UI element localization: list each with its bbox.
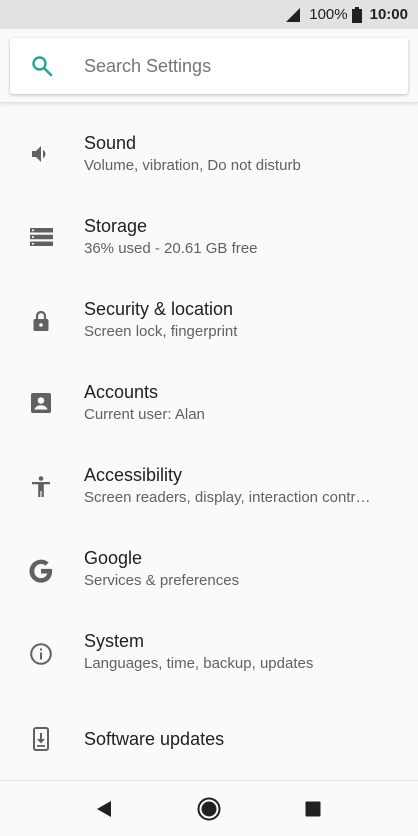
home-icon bbox=[197, 797, 221, 821]
settings-item-title: Google bbox=[84, 548, 143, 568]
clock: 10:00 bbox=[369, 6, 408, 23]
battery-percent: 100% bbox=[309, 6, 348, 23]
settings-item-title: Storage bbox=[84, 216, 148, 236]
settings-item-security-location[interactable]: Security & location Screen lock, fingerp… bbox=[0, 268, 418, 351]
settings-item-title: Sound bbox=[84, 133, 137, 153]
battery-icon bbox=[351, 6, 362, 23]
search-bar-container: Search Settings bbox=[0, 29, 418, 103]
settings-screen: 100% 10:00 Search Settings Sound Volume,… bbox=[0, 0, 418, 836]
settings-item-summary: Languages, time, backup, updates bbox=[84, 655, 314, 672]
info-icon bbox=[30, 643, 52, 665]
navigation-bar bbox=[0, 780, 418, 836]
search-input[interactable]: Search Settings bbox=[10, 38, 408, 94]
settings-item-system[interactable]: System Languages, time, backup, updates bbox=[0, 600, 418, 683]
lock-icon bbox=[33, 310, 49, 331]
settings-item-summary: Volume, vibration, Do not disturb bbox=[84, 157, 301, 174]
google-icon bbox=[29, 559, 53, 583]
recents-icon bbox=[305, 801, 321, 817]
search-placeholder: Search Settings bbox=[84, 56, 212, 76]
home-button[interactable] bbox=[187, 787, 231, 831]
settings-item-storage[interactable]: Storage 36% used - 20.61 GB free bbox=[0, 185, 418, 268]
settings-item-google[interactable]: Google Services & preferences bbox=[0, 517, 418, 600]
settings-item-accessibility[interactable]: Accessibility Screen readers, display, i… bbox=[0, 434, 418, 517]
settings-item-summary: Services & preferences bbox=[84, 572, 240, 589]
settings-item-summary: Screen readers, display, interaction con… bbox=[84, 489, 371, 506]
storage-icon bbox=[30, 228, 53, 246]
settings-item-title: System bbox=[84, 631, 145, 651]
back-button[interactable] bbox=[82, 787, 126, 831]
signal-icon bbox=[286, 7, 301, 22]
settings-item-title: Software updates bbox=[84, 729, 225, 749]
settings-item-summary: Screen lock, fingerprint bbox=[84, 323, 238, 340]
settings-item-summary: 36% used - 20.61 GB free bbox=[84, 240, 258, 257]
status-bar: 100% 10:00 bbox=[0, 0, 418, 29]
settings-item-title: Accounts bbox=[84, 382, 159, 402]
settings-item-software-updates[interactable]: Software updates bbox=[0, 683, 418, 766]
settings-item-title: Accessibility bbox=[84, 465, 183, 485]
settings-item-summary: Current user: Alan bbox=[84, 406, 205, 423]
system-update-icon bbox=[33, 727, 49, 751]
settings-item-sound[interactable]: Sound Volume, vibration, Do not disturb bbox=[0, 102, 418, 185]
search-icon bbox=[32, 56, 53, 77]
recents-button[interactable] bbox=[291, 787, 335, 831]
volume-icon bbox=[32, 146, 46, 162]
settings-item-accounts[interactable]: Accounts Current user: Alan bbox=[0, 351, 418, 434]
account-icon bbox=[31, 393, 51, 413]
back-icon bbox=[97, 801, 111, 817]
accessibility-icon bbox=[32, 476, 50, 497]
settings-item-title: Security & location bbox=[84, 299, 234, 319]
